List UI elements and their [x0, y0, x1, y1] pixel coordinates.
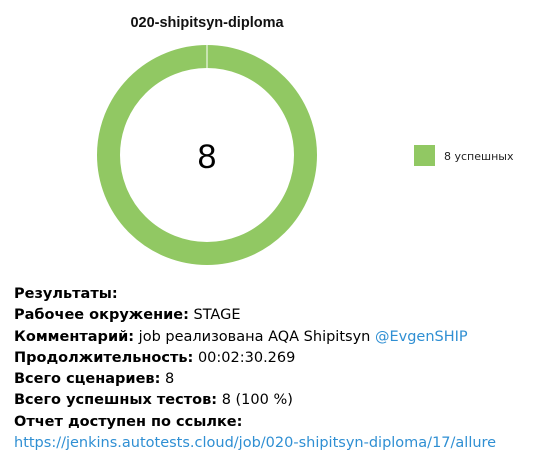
duration-label: Продолжительность: [14, 349, 194, 366]
legend-swatch [414, 145, 435, 166]
center-total-label: 8 [198, 138, 217, 176]
comment-label: Комментарий: [14, 328, 135, 345]
results-info: Результаты: Рабочее окружение: STAGE Ком… [14, 284, 496, 454]
env-value: STAGE [193, 307, 241, 324]
report-link[interactable]: https://jenkins.autotests.cloud/job/020-… [14, 435, 496, 451]
scenarios-value: 8 [165, 371, 175, 388]
duration-value: 00:02:30.269 [197, 349, 296, 366]
scenarios-label: Всего сценариев: [14, 371, 161, 388]
legend-label: 8 успешных [444, 150, 514, 163]
chart-title: 020-shipitsyn-diploma [130, 15, 284, 31]
passed-label: Всего успешных тестов: [14, 392, 218, 409]
passed-value: 8 (100 %) [221, 392, 293, 409]
donut-chart: 020-shipitsyn-diploma 8 8 успешных [97, 15, 514, 265]
mention-link[interactable]: @EvgenSHIP [375, 329, 468, 345]
comment-value: job реализована AQA Shipitsyn [138, 328, 371, 345]
env-label: Рабочее окружение: [14, 307, 189, 324]
results-heading: Результаты: [14, 286, 118, 302]
report-label: Отчет доступен по ссылке: [14, 413, 243, 430]
